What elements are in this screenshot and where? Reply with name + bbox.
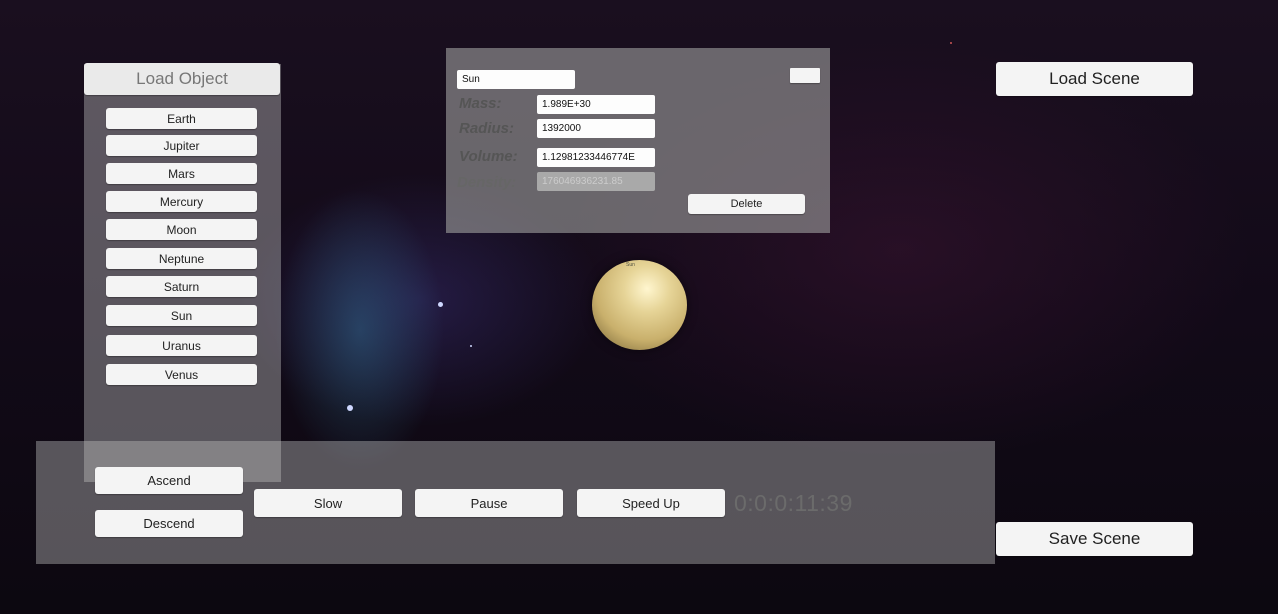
name-field[interactable]: Sun <box>457 70 575 89</box>
planet-label: Sun <box>626 262 635 268</box>
save-scene-button[interactable]: Save Scene <box>996 522 1193 556</box>
load-object-item-jupiter[interactable]: Jupiter <box>106 135 257 156</box>
mass-label: Mass: <box>459 95 502 112</box>
load-object-item-neptune[interactable]: Neptune <box>106 248 257 269</box>
descend-button[interactable]: Descend <box>95 510 243 537</box>
load-object-header: Load Object <box>84 63 280 95</box>
radius-label: Radius: <box>459 120 515 137</box>
speed-up-button[interactable]: Speed Up <box>577 489 725 517</box>
planet-sun[interactable] <box>592 260 687 350</box>
slow-button[interactable]: Slow <box>254 489 402 517</box>
mass-field[interactable]: 1.989E+30 <box>537 95 655 114</box>
volume-field[interactable]: 1.12981233446774E <box>537 148 655 167</box>
delete-button[interactable]: Delete <box>688 194 805 214</box>
radius-field[interactable]: 1392000 <box>537 119 655 138</box>
star <box>347 405 353 411</box>
load-object-item-moon[interactable]: Moon <box>106 219 257 240</box>
star <box>950 42 952 44</box>
load-object-item-sun[interactable]: Sun <box>106 305 257 326</box>
load-object-item-saturn[interactable]: Saturn <box>106 276 257 297</box>
load-object-item-earth[interactable]: Earth <box>106 108 257 129</box>
load-object-item-uranus[interactable]: Uranus <box>106 335 257 356</box>
simulation-timer: 0:0:0:11:39 <box>734 490 853 516</box>
load-scene-button[interactable]: Load Scene <box>996 62 1193 96</box>
density-field: 176046936231.85 <box>537 172 655 191</box>
load-object-item-venus[interactable]: Venus <box>106 364 257 385</box>
star <box>470 345 472 347</box>
load-object-item-mars[interactable]: Mars <box>106 163 257 184</box>
load-object-item-mercury[interactable]: Mercury <box>106 191 257 212</box>
close-button[interactable] <box>790 68 820 83</box>
pause-button[interactable]: Pause <box>415 489 563 517</box>
volume-label: Volume: <box>459 148 518 165</box>
density-label: Density: <box>457 174 517 191</box>
star <box>438 302 443 307</box>
ascend-button[interactable]: Ascend <box>95 467 243 494</box>
